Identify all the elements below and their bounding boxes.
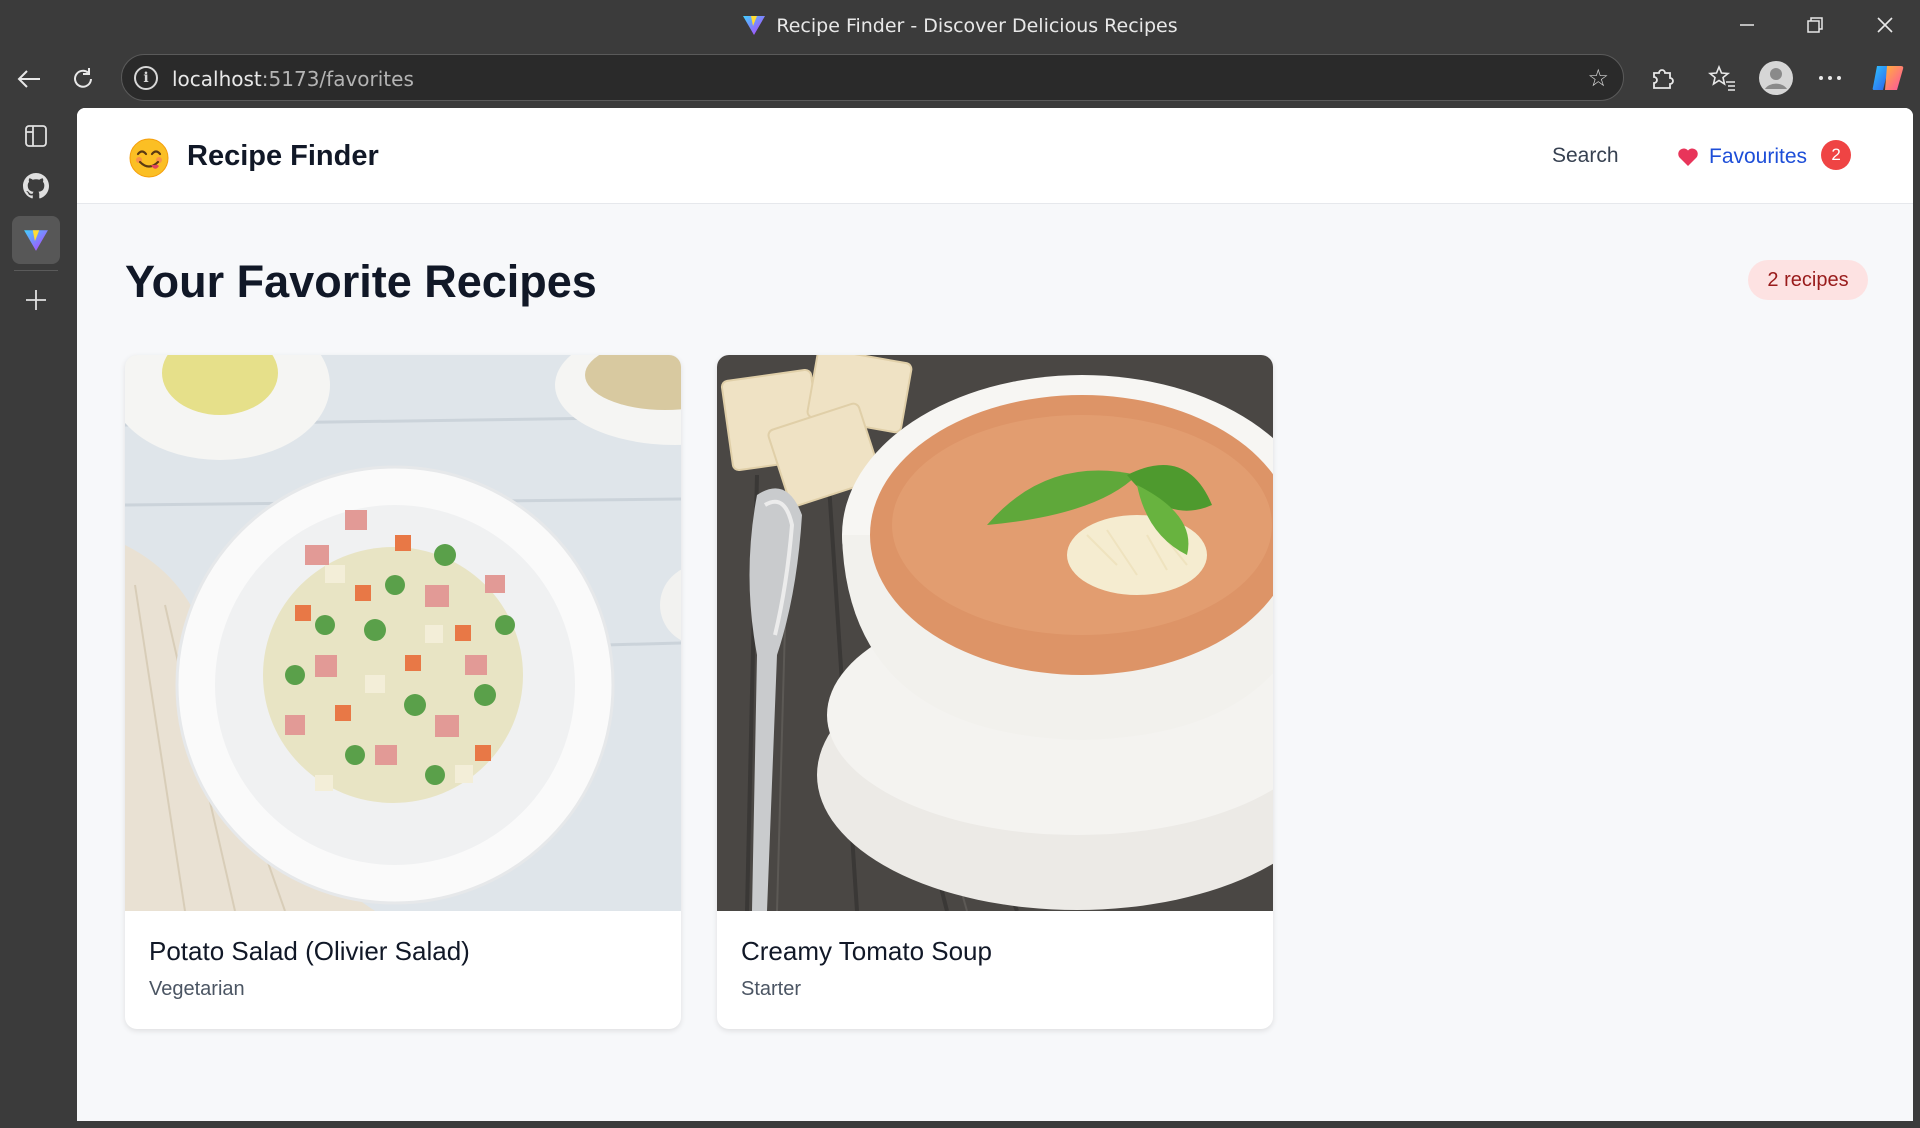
yum-face-icon[interactable] <box>129 138 169 178</box>
bookmark-star-icon[interactable]: ☆ <box>1587 64 1609 93</box>
extensions-button[interactable] <box>1642 58 1682 98</box>
close-button[interactable] <box>1862 10 1908 40</box>
app-header: Recipe Finder Search Favourites 2 <box>77 108 1913 204</box>
window-title-text: Recipe Finder - Discover Delicious Recip… <box>776 15 1178 37</box>
restore-button[interactable] <box>1792 10 1838 40</box>
window-title: Recipe Finder - Discover Delicious Recip… <box>0 14 1920 37</box>
url-text[interactable]: localhost:5173/favorites <box>172 67 414 91</box>
site-info-icon[interactable]: i <box>134 66 158 90</box>
potato-salad-image[interactable] <box>125 355 681 911</box>
brand-title[interactable]: Recipe Finder <box>187 140 379 173</box>
minimize-button[interactable] <box>1724 10 1770 40</box>
sidebar-divider <box>14 270 58 271</box>
browser-toolbar: i localhost:5173/favorites ☆ <box>0 50 1920 106</box>
reload-icon <box>74 68 92 88</box>
recipe-category: Starter <box>741 978 802 1000</box>
close-icon <box>1877 17 1893 33</box>
favorites-star-list-icon <box>1708 65 1735 91</box>
copilot-icon <box>1872 66 1904 90</box>
address-bar[interactable]: i localhost:5173/favorites ☆ <box>121 54 1624 101</box>
tomato-soup-image[interactable] <box>717 355 1273 911</box>
heart-icon <box>1678 148 1698 166</box>
recipe-count-badge: 2 recipes <box>1748 260 1868 300</box>
vite-logo-icon <box>24 230 48 251</box>
favourites-count-badge: 2 <box>1821 140 1852 170</box>
url-host: localhost <box>172 67 262 91</box>
favourites-label: Favourites <box>1709 145 1808 168</box>
avatar-icon <box>1759 61 1793 95</box>
recipe-category: Vegetarian <box>149 978 245 1000</box>
new-tab-button[interactable] <box>12 276 60 324</box>
github-icon <box>23 173 49 199</box>
tab-actions-button[interactable] <box>12 112 60 160</box>
recipe-card-tomato-soup[interactable]: Creamy Tomato Soup Starter <box>717 355 1273 1029</box>
browser-title-bar: Recipe Finder - Discover Delicious Recip… <box>0 0 1920 50</box>
recipe-card-potato-salad[interactable]: Potato Salad (Olivier Salad) Vegetarian <box>125 355 681 1029</box>
more-menu-button[interactable] <box>1810 58 1850 98</box>
puzzle-icon <box>1653 69 1674 89</box>
recipe-name[interactable]: Creamy Tomato Soup <box>741 936 992 967</box>
copilot-button[interactable] <box>1868 58 1908 98</box>
url-path: :5173/favorites <box>261 67 414 91</box>
vertical-tab-sidebar <box>0 106 76 1128</box>
profile-button[interactable] <box>1756 58 1796 98</box>
back-button[interactable] <box>10 60 48 98</box>
reload-button[interactable] <box>64 60 102 98</box>
page-title: Your Favorite Recipes <box>125 256 597 307</box>
favorites-button[interactable] <box>1702 58 1742 98</box>
nav-link-search[interactable]: Search <box>1552 144 1619 168</box>
restore-icon <box>1807 17 1823 33</box>
minimize-icon <box>1740 24 1754 26</box>
tab-panel-icon <box>25 125 47 147</box>
nav-link-favourites[interactable]: Favourites 2 <box>1677 140 1852 170</box>
page-viewport: Recipe Finder Search Favourites 2 Your F… <box>77 108 1913 1121</box>
plus-icon <box>26 290 46 310</box>
tab-recipe-finder[interactable] <box>12 216 60 264</box>
more-dots-icon <box>1819 76 1841 80</box>
recipe-name[interactable]: Potato Salad (Olivier Salad) <box>149 936 470 967</box>
tab-github[interactable] <box>12 162 60 210</box>
vite-logo-icon <box>743 16 766 35</box>
back-arrow-icon <box>17 70 40 88</box>
